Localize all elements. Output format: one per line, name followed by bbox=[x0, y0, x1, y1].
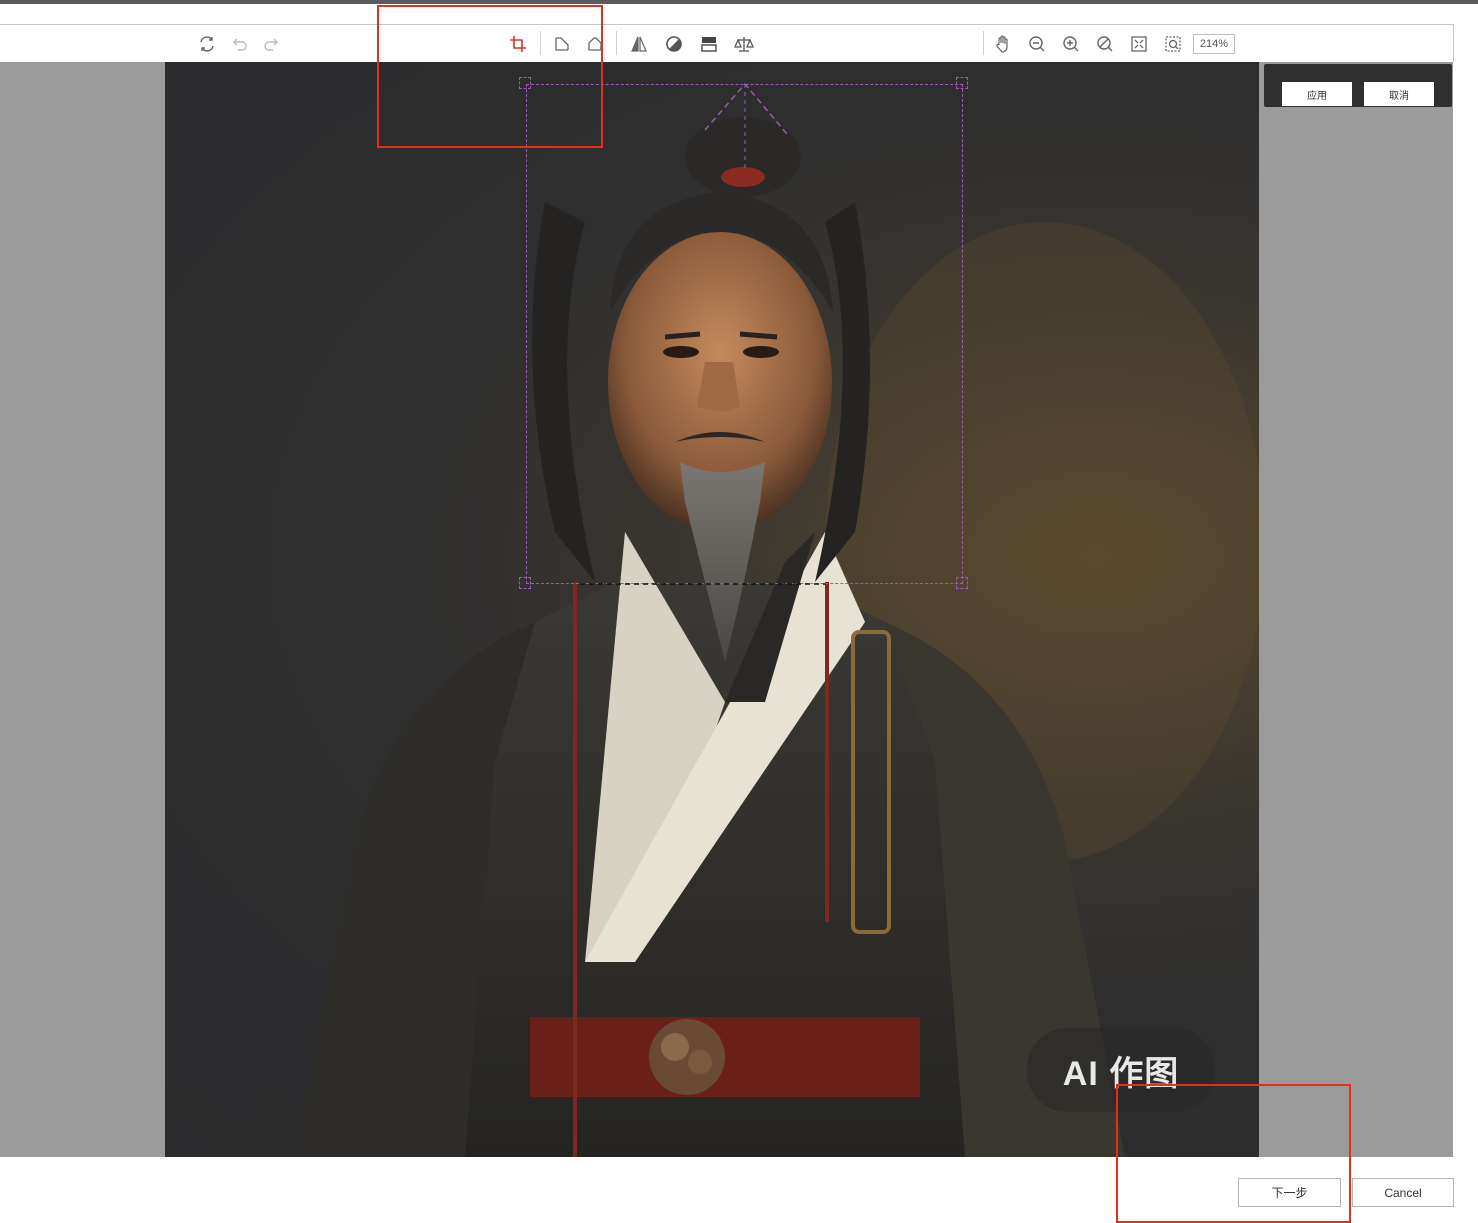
contrast-icon[interactable] bbox=[663, 33, 685, 55]
reset-icon[interactable] bbox=[196, 33, 218, 55]
window-top-border bbox=[0, 0, 1478, 4]
crop-action-panel: 应用 取消 bbox=[1264, 64, 1452, 107]
toolbar-separator bbox=[983, 31, 984, 55]
crop-handle-bottom-right[interactable] bbox=[956, 577, 968, 589]
crop-handle-bottom-left[interactable] bbox=[519, 577, 531, 589]
image-canvas[interactable]: AI 作图 bbox=[165, 62, 1259, 1157]
highlight-annotation bbox=[1116, 1084, 1351, 1223]
cancel-button[interactable]: Cancel bbox=[1352, 1178, 1454, 1207]
right-edge bbox=[1453, 62, 1478, 1157]
zoom-level[interactable]: 214% bbox=[1193, 34, 1235, 54]
zoom-reset-icon[interactable] bbox=[1094, 33, 1116, 55]
actual-size-icon[interactable] bbox=[1162, 33, 1184, 55]
toolbar-separator bbox=[616, 31, 617, 55]
redo-icon[interactable] bbox=[261, 33, 283, 55]
highlight-annotation bbox=[377, 5, 603, 148]
fit-screen-icon[interactable] bbox=[1128, 33, 1150, 55]
editor-workspace: AI 作图 bbox=[0, 62, 1453, 1157]
undo-icon[interactable] bbox=[228, 33, 250, 55]
flip-icon[interactable] bbox=[628, 33, 650, 55]
balance-icon[interactable] bbox=[733, 33, 755, 55]
zoom-out-icon[interactable] bbox=[1026, 33, 1048, 55]
zoom-in-icon[interactable] bbox=[1060, 33, 1082, 55]
crop-selection-box[interactable] bbox=[526, 84, 963, 584]
crop-handle-top-right[interactable] bbox=[956, 77, 968, 89]
editor-toolbar: 214% bbox=[0, 24, 1454, 63]
hand-icon[interactable] bbox=[992, 33, 1014, 55]
apply-button[interactable]: 应用 bbox=[1282, 82, 1352, 106]
crop-cancel-button[interactable]: 取消 bbox=[1364, 82, 1434, 106]
layers-icon[interactable] bbox=[698, 33, 720, 55]
